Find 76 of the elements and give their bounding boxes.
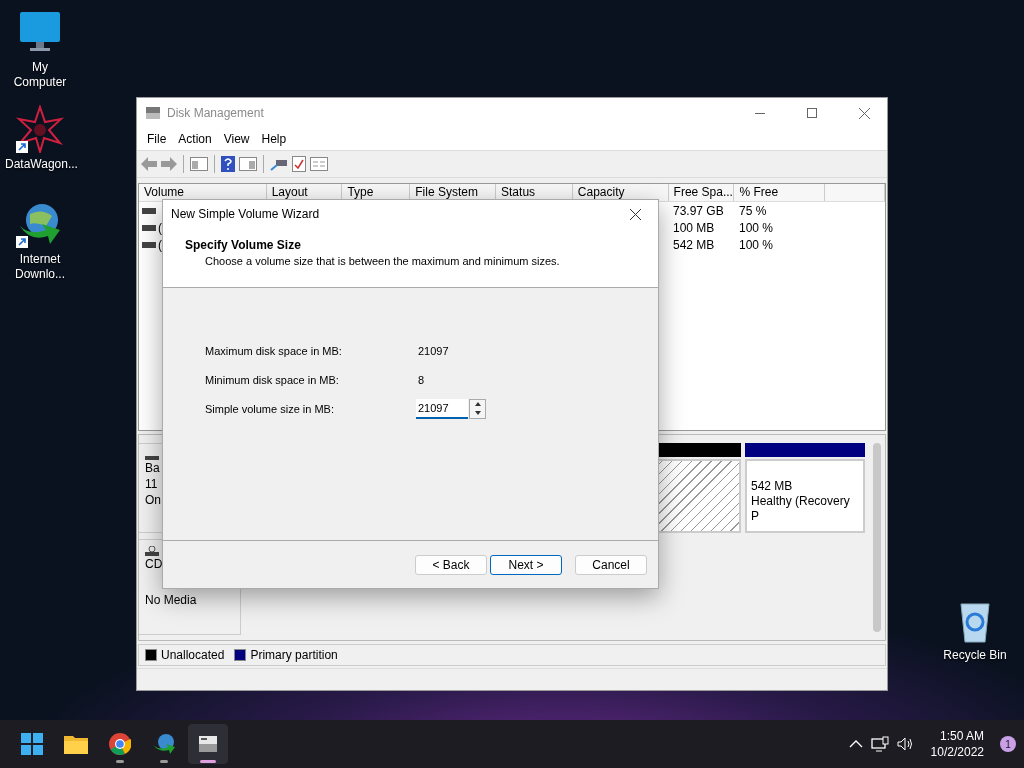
clock[interactable]: 1:50 AM 10/2/2022 <box>922 729 992 759</box>
minimize-icon <box>755 112 765 114</box>
close-icon <box>858 107 870 119</box>
disk-label: 11 <box>145 477 159 492</box>
help-icon[interactable] <box>221 156 235 172</box>
shortcut-arrow-icon <box>16 141 28 153</box>
desktop-icon-label[interactable]: My Computer <box>5 60 75 90</box>
shortcut-arrow-icon <box>16 236 28 248</box>
star-icon <box>16 105 64 153</box>
drive-icon <box>142 207 156 214</box>
dialog-button[interactable]: Next > <box>490 554 562 575</box>
taskbar-app-button[interactable] <box>188 724 228 764</box>
checklist-icon[interactable] <box>292 156 306 172</box>
disk-status: No Media <box>145 593 198 608</box>
wizard-heading: Specify Volume Size <box>185 238 302 252</box>
running-indicator <box>160 760 168 763</box>
running-indicator <box>200 760 216 763</box>
partition-info: Healthy (Recovery P <box>751 494 851 524</box>
disk-label: On <box>145 493 162 508</box>
connect-icon[interactable] <box>270 157 288 171</box>
table-cell: ( <box>158 237 162 252</box>
table-cell: 100 MB <box>673 220 715 235</box>
drive-icon <box>142 224 156 231</box>
field-value: 21097 <box>417 344 449 357</box>
disk-drive-icon <box>145 106 161 120</box>
speaker-icon[interactable] <box>896 736 915 752</box>
wizard-subtitle: Choose a volume size that is between the maximum and minimum sizes. <box>204 255 561 267</box>
table-cell: 542 MB <box>673 237 715 252</box>
table-cell: ( <box>158 220 162 235</box>
menu-item[interactable]: File <box>141 132 173 146</box>
field-label: Maximum disk space in MB: <box>205 344 343 357</box>
table-cell: 100 % <box>739 220 774 235</box>
menu-item[interactable]: View <box>217 132 256 146</box>
up-triangle-icon <box>474 402 481 406</box>
spin-up-button[interactable] <box>470 399 485 409</box>
legend-label: Unallocated <box>161 648 225 662</box>
close-icon <box>629 208 641 220</box>
field-value: 8 <box>417 373 425 386</box>
running-indicator <box>116 760 124 763</box>
menu-item[interactable]: Action <box>172 132 218 146</box>
scrollbar[interactable] <box>873 443 881 632</box>
panel-icon[interactable] <box>239 157 257 171</box>
menu-item[interactable]: Help <box>255 132 293 146</box>
dialog-title: New Simple Volume Wizard <box>171 207 321 221</box>
properties-icon[interactable] <box>310 157 328 171</box>
dialog-button[interactable]: Cancel <box>575 554 647 575</box>
windows-logo-icon <box>21 733 43 755</box>
maximize-icon <box>807 108 817 118</box>
folder-icon <box>64 734 88 754</box>
table-cell: 73.97 GB <box>673 203 724 218</box>
disk-drive-icon <box>197 734 219 754</box>
network-icon[interactable] <box>870 736 889 752</box>
volume-size-input[interactable]: 21097 <box>416 398 468 419</box>
notification-badge[interactable]: 1 <box>1000 736 1016 752</box>
column-header[interactable]: Free Spa... <box>668 184 735 201</box>
browser-icon <box>109 733 131 755</box>
table-cell: 100 % <box>739 237 774 252</box>
disk-label: CD <box>145 557 164 572</box>
spin-down-button[interactable] <box>470 408 485 418</box>
desktop-icon-label[interactable]: DataWagon... <box>5 157 75 172</box>
window-title: Disk Management <box>167 106 265 120</box>
partition-info: 542 MB <box>751 479 794 494</box>
panel-icon[interactable] <box>190 157 208 171</box>
column-header[interactable]: % Free <box>734 184 826 201</box>
cd-drive-icon <box>145 546 159 556</box>
desktop-icon-label[interactable]: Internet Downlo... <box>5 252 75 282</box>
dialog-button[interactable]: < Back <box>415 554 487 575</box>
table-cell: 75 % <box>739 203 767 218</box>
desktop-icon-label[interactable]: Recycle Bin <box>940 648 1010 663</box>
chevron-up-icon[interactable] <box>848 740 863 748</box>
down-triangle-icon <box>474 411 481 415</box>
field-label: Simple volume size in MB: <box>205 402 335 415</box>
drive-icon <box>142 241 156 248</box>
legend-label: Primary partition <box>250 648 338 662</box>
disk-label: Ba <box>145 461 161 476</box>
field-label: Minimum disk space in MB: <box>205 373 340 386</box>
